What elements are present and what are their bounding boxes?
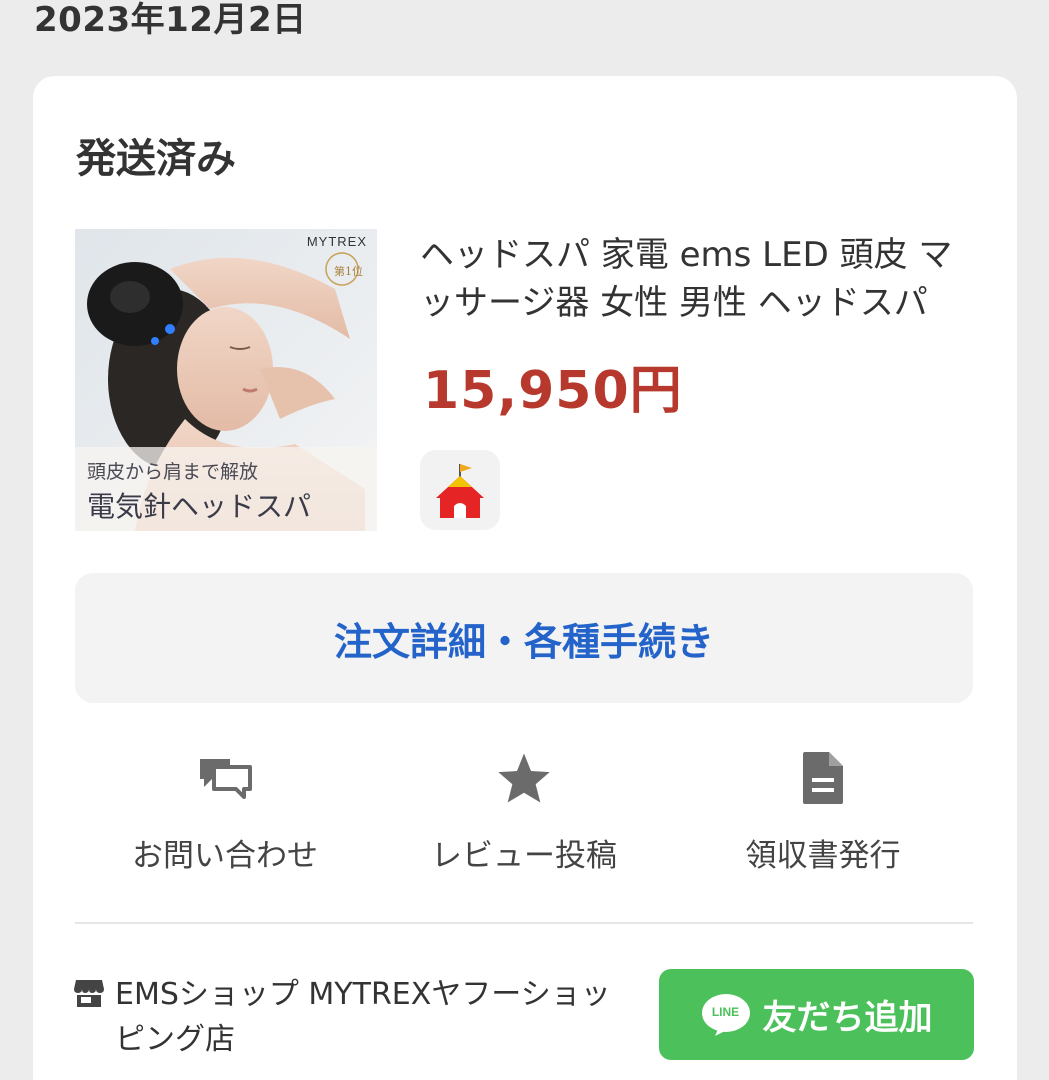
- contact-action[interactable]: お問い合わせ: [75, 748, 375, 878]
- product-image[interactable]: MYTREX 第1位 頭皮から肩まで解放 電気針ヘッドスパ: [75, 229, 377, 531]
- line-logo-text: LINE: [711, 1004, 740, 1019]
- star-icon: [498, 753, 550, 803]
- receipt-action[interactable]: 領収書発行: [673, 748, 973, 878]
- product-image-brand: MYTREX: [306, 234, 367, 249]
- product-image-caption-small: 頭皮から肩まで解放: [87, 461, 259, 483]
- order-card: 発送済み MYTREX 第1位 頭皮から肩まで解放 電気針ヘッドスパ ヘッドスパ…: [33, 76, 1017, 1080]
- contact-label: お問い合わせ: [132, 838, 318, 874]
- product-image-caption-large: 電気針ヘッドスパ: [87, 490, 312, 523]
- chat-bubbles-icon: [200, 759, 252, 799]
- divider: [75, 922, 973, 924]
- order-actions: お問い合わせ レビュー投稿 領収書発行: [75, 748, 973, 878]
- product-name[interactable]: ヘッドスパ 家電 ems LED 頭皮 マッサージ器 女性 男性 ヘッドスパ: [420, 231, 980, 327]
- shop-name[interactable]: EMSショップ MYTREXヤフーショッピング店: [115, 972, 635, 1062]
- product-price: 15,950円: [423, 361, 683, 421]
- shipping-status: 発送済み: [76, 136, 236, 182]
- circus-tent-icon: [436, 464, 484, 518]
- receipt-label: 領収書発行: [745, 838, 901, 874]
- order-date: 2023年12月2日: [34, 0, 307, 40]
- store-badge[interactable]: [420, 450, 500, 530]
- store-icon: [74, 980, 104, 1007]
- product-image-rank-badge: 第1位: [334, 265, 363, 278]
- document-icon: [803, 752, 843, 804]
- review-action[interactable]: レビュー投稿: [374, 748, 674, 878]
- line-logo-icon: LINE: [701, 993, 751, 1037]
- line-add-friend-button[interactable]: LINE 友だち追加: [659, 969, 974, 1060]
- order-details-button[interactable]: 注文詳細・各種手続き: [75, 573, 973, 703]
- line-add-friend-label: 友だち追加: [762, 998, 933, 1038]
- review-label: レビュー投稿: [431, 838, 617, 874]
